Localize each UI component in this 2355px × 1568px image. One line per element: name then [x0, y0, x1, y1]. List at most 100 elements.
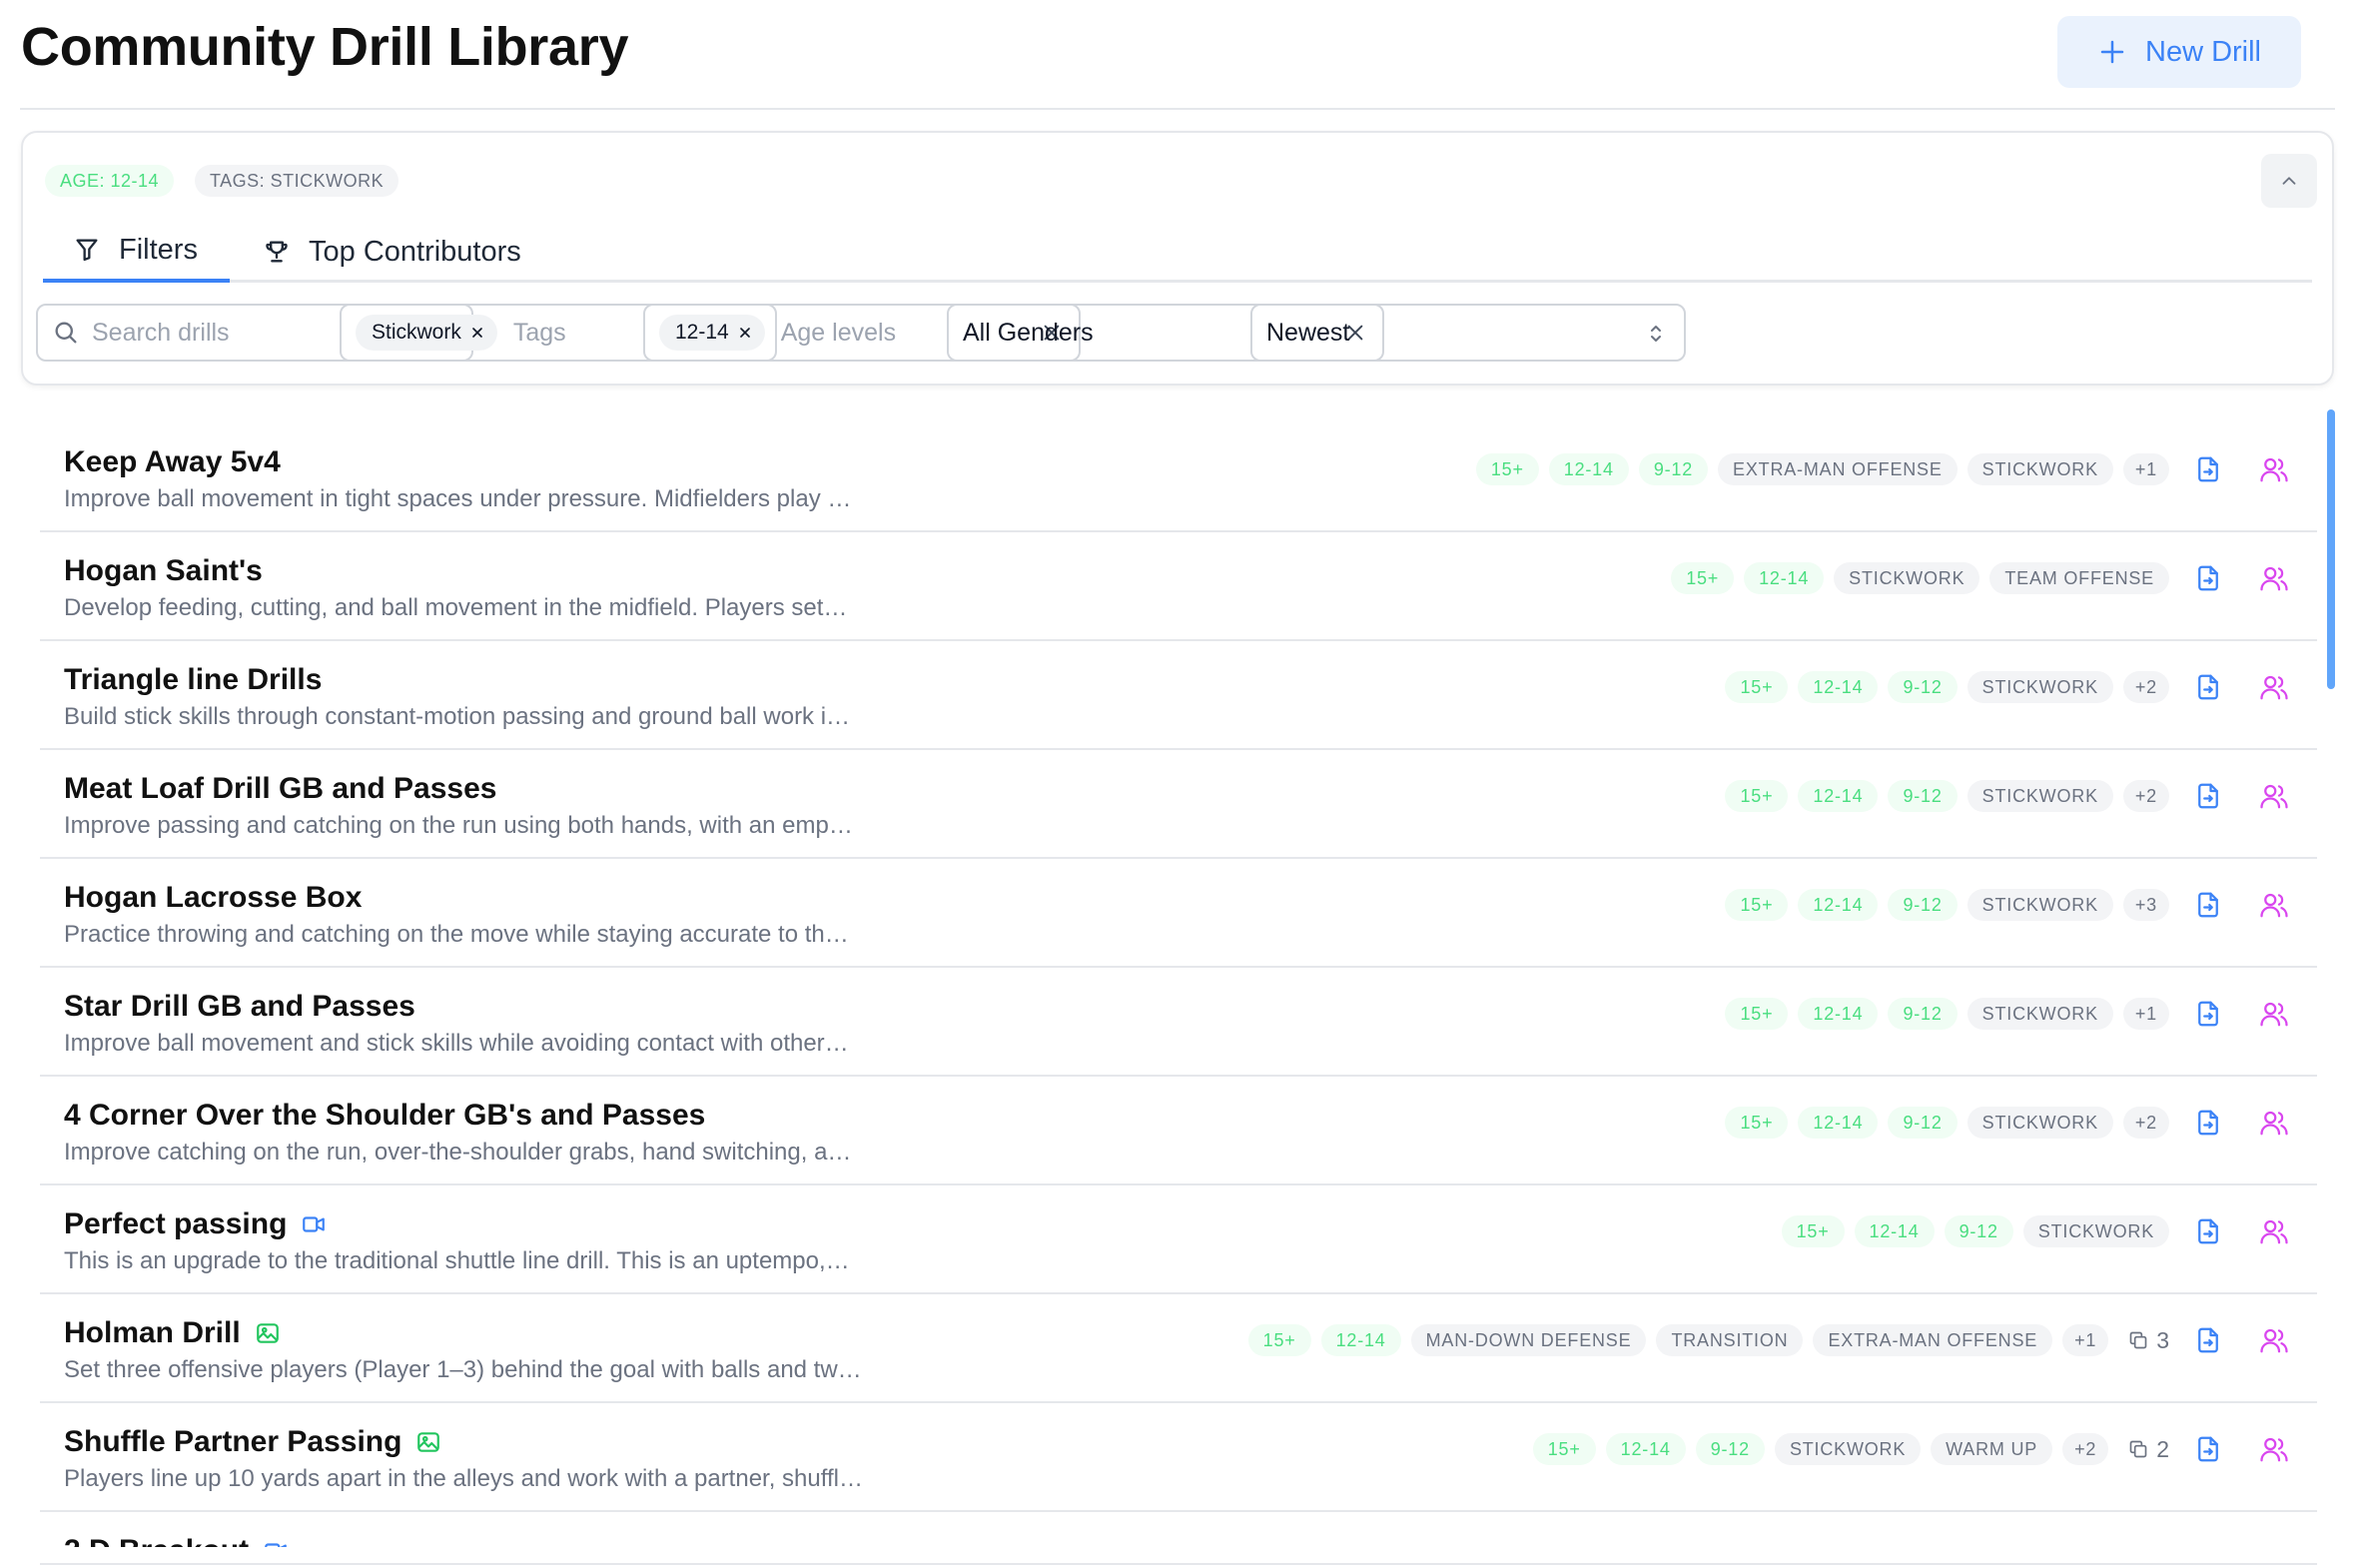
remove-age-icon[interactable] — [737, 325, 753, 341]
topic-tag: STICKWORK — [1966, 671, 2113, 703]
filter-tabs: Filters Top Contributors — [43, 221, 2312, 283]
image-icon — [256, 1323, 279, 1343]
drill-row[interactable]: Shuffle Partner Passing Players line up 1… — [40, 1403, 2317, 1512]
drill-title-text: Shuffle Partner Passing — [64, 1425, 402, 1458]
drill-title[interactable]: Keep Away 5v4 — [64, 445, 281, 479]
drill-meta: 15+ 12-14 STICKWORK TEAM OFFENSE — [1671, 560, 2291, 596]
tab-top-contributors-label: Top Contributors — [309, 235, 521, 268]
team-share-button[interactable] — [2257, 888, 2291, 922]
drill-description: Practice throwing and catching on the mo… — [64, 921, 849, 948]
drill-meta: 15+ 12-14 9-12 STICKWORK +2 — [1725, 1105, 2291, 1141]
drill-description: This is an upgrade to the traditional sh… — [64, 1247, 850, 1274]
topic-tag: TRANSITION — [1656, 1324, 1804, 1356]
team-share-button[interactable] — [2257, 1323, 2291, 1357]
team-share-button[interactable] — [2257, 670, 2291, 704]
drill-row[interactable]: Triangle line Drills Build stick skills t… — [40, 641, 2317, 750]
team-icon — [2260, 1328, 2288, 1353]
drill-title-text: Triangle line Drills — [64, 663, 323, 696]
team-share-button[interactable] — [2257, 997, 2291, 1031]
more-tags-badge: +2 — [2122, 1107, 2169, 1139]
selected-age-label: 12-14 — [675, 321, 729, 344]
document-export-icon — [2198, 1436, 2218, 1462]
active-filter-tags-badge: TAGS: STICKWORK — [195, 165, 399, 197]
age-tag: 9-12 — [1638, 453, 1709, 485]
new-drill-button[interactable]: New Drill — [2057, 16, 2301, 88]
drill-meta: 15+ 12-14 9-12 STICKWORK +2 — [1725, 669, 2291, 705]
team-share-button[interactable] — [2257, 561, 2291, 595]
drill-row[interactable]: Holman Drill Set three offensive players … — [40, 1294, 2317, 1403]
filter-icon — [76, 239, 98, 262]
age-tag: 15+ — [1671, 562, 1735, 594]
age-tag: 9-12 — [1888, 998, 1958, 1030]
export-drill-button[interactable] — [2191, 452, 2225, 486]
drill-title[interactable]: Triangle line Drills — [64, 663, 322, 697]
drill-row[interactable]: 4 Corner Over the Shoulder GB's and Pass… — [40, 1077, 2317, 1185]
plus-icon — [2100, 40, 2124, 64]
drill-row[interactable]: Perfect passing This is an upgrade to the… — [40, 1185, 2317, 1294]
topic-tag: EXTRA-MAN OFFENSE — [1813, 1324, 2053, 1356]
drill-description: Improve ball movement and stick skills w… — [64, 1030, 849, 1057]
document-export-icon — [2198, 456, 2218, 482]
export-drill-button[interactable] — [2191, 779, 2225, 813]
drill-title[interactable]: 2 D Breakout — [64, 1534, 289, 1547]
drill-list: Keep Away 5v4 Improve ball movement in ti… — [40, 423, 2317, 1547]
team-share-button[interactable] — [2257, 1214, 2291, 1248]
tab-top-contributors[interactable]: Top Contributors — [263, 221, 521, 283]
selected-tag-pill[interactable]: Stickwork — [356, 315, 497, 351]
age-tag: 9-12 — [1888, 780, 1958, 812]
export-drill-button[interactable] — [2191, 997, 2225, 1031]
age-tag: 15+ — [1725, 671, 1789, 703]
drill-title[interactable]: Hogan Saint's — [64, 554, 263, 588]
drill-row[interactable]: 2 D Breakout — [40, 1512, 2317, 1547]
drill-title-text: 2 D Breakout — [64, 1534, 249, 1547]
drill-row[interactable]: Keep Away 5v4 Improve ball movement in ti… — [40, 423, 2317, 532]
team-share-button[interactable] — [2257, 1106, 2291, 1140]
collapse-filters-button[interactable] — [2261, 154, 2317, 208]
tab-filters[interactable]: Filters — [43, 221, 230, 283]
age-tag: 9-12 — [1695, 1433, 1765, 1465]
export-drill-button[interactable] — [2191, 1432, 2225, 1466]
copy-icon — [2129, 1440, 2147, 1458]
export-drill-button[interactable] — [2191, 1323, 2225, 1357]
topic-tag: WARM UP — [1931, 1433, 2053, 1465]
export-drill-button[interactable] — [2191, 561, 2225, 595]
drill-title[interactable]: Holman Drill — [64, 1316, 281, 1350]
remove-tag-icon[interactable] — [469, 325, 485, 341]
team-share-button[interactable] — [2257, 1432, 2291, 1466]
team-icon — [2260, 1002, 2288, 1027]
drill-meta: 15+ 12-14 9-12 STICKWORK WARM UP +2 2 — [1532, 1431, 2291, 1467]
tags-placeholder: Tags — [512, 318, 566, 347]
drill-title[interactable]: 4 Corner Over the Shoulder GB's and Pass… — [64, 1099, 705, 1133]
export-drill-button[interactable] — [2191, 888, 2225, 922]
document-export-icon — [2198, 1218, 2218, 1244]
list-scrollbar[interactable] — [2327, 409, 2335, 689]
more-tags-badge: +1 — [2122, 453, 2169, 485]
selected-age-pill[interactable]: 12-14 — [659, 315, 765, 351]
drill-title[interactable]: Meat Loaf Drill GB and Passes — [64, 772, 496, 806]
export-drill-button[interactable] — [2191, 1214, 2225, 1248]
drill-title[interactable]: Shuffle Partner Passing — [64, 1425, 441, 1459]
drill-title[interactable]: Star Drill GB and Passes — [64, 990, 415, 1024]
drill-row[interactable]: Hogan Lacrosse Box Practice throwing and … — [40, 859, 2317, 968]
drill-row[interactable]: Meat Loaf Drill GB and Passes Improve pas… — [40, 750, 2317, 859]
drill-title-text: Hogan Lacrosse Box — [64, 881, 363, 914]
team-icon — [2260, 566, 2288, 591]
search-icon — [55, 322, 77, 344]
drill-title[interactable]: Perfect passing — [64, 1207, 327, 1241]
trophy-icon — [266, 241, 288, 263]
export-drill-button[interactable] — [2191, 670, 2225, 704]
sort-select[interactable]: Newest — [1250, 304, 1686, 362]
video-icon — [265, 1543, 287, 1547]
team-share-button[interactable] — [2257, 452, 2291, 486]
team-share-button[interactable] — [2257, 779, 2291, 813]
copy-count: 3 — [2128, 1327, 2169, 1354]
active-filter-age-badge: AGE: 12-14 — [45, 165, 175, 197]
drill-title[interactable]: Hogan Lacrosse Box — [64, 881, 362, 915]
export-drill-button[interactable] — [2191, 1106, 2225, 1140]
drill-row[interactable]: Hogan Saint's Develop feeding, cutting, a… — [40, 532, 2317, 641]
drill-row[interactable]: Star Drill GB and Passes Improve ball mov… — [40, 968, 2317, 1077]
age-tag: 15+ — [1247, 1324, 1311, 1356]
drill-meta: 15+ 12-14 9-12 STICKWORK +3 — [1725, 887, 2291, 923]
selected-tag-label: Stickwork — [372, 321, 461, 344]
drill-meta: 15+ 12-14 MAN-DOWN DEFENSE TRANSITION EXTRA-… — [1247, 1322, 2291, 1358]
